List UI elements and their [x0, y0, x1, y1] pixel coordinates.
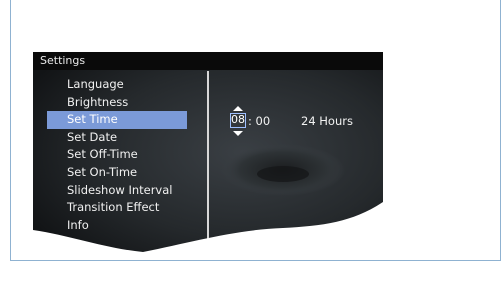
menu-item-set-off-time[interactable]: Set Off-Time [47, 146, 187, 164]
hour-spinner[interactable]: 08 [229, 106, 247, 136]
menu-item-set-on-time[interactable]: Set On-Time [47, 164, 187, 182]
settings-screen: Settings Language Brightness Set Time Se… [33, 52, 383, 252]
triangle-down-icon [233, 131, 243, 136]
menu-item-set-time[interactable]: Set Time [47, 111, 187, 129]
hour-field[interactable]: 08 [230, 113, 246, 128]
menu-item-language[interactable]: Language [47, 76, 187, 94]
window-title: Settings [40, 54, 86, 67]
minutes-value[interactable]: : 00 [248, 112, 270, 130]
menu-item-set-date[interactable]: Set Date [47, 129, 187, 147]
time-format[interactable]: 24 Hours [301, 112, 353, 130]
settings-menu: Language Brightness Set Time Set Date Se… [47, 76, 187, 234]
menu-item-brightness[interactable]: Brightness [47, 94, 187, 112]
menu-item-transition-effect[interactable]: Transition Effect [47, 199, 187, 217]
triangle-up-icon [233, 106, 243, 111]
panel-divider [207, 71, 209, 252]
menu-item-info[interactable]: Info [47, 217, 187, 235]
menu-item-slideshow-interval[interactable]: Slideshow Interval [47, 182, 187, 200]
title-bar: Settings [33, 52, 383, 70]
